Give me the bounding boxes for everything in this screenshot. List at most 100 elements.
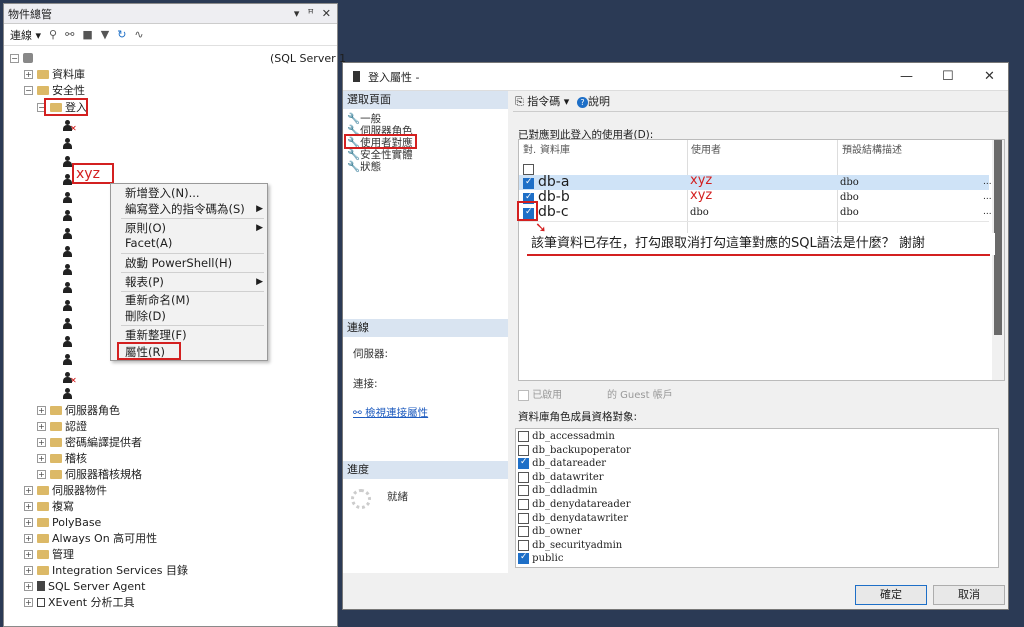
- minimize-icon[interactable]: —: [900, 69, 913, 84]
- login-item[interactable]: [62, 315, 72, 331]
- login-item[interactable]: [62, 225, 72, 241]
- expand-icon[interactable]: +: [37, 405, 46, 415]
- role-checkbox[interactable]: [518, 512, 529, 524]
- page-status[interactable]: 🔧狀態: [347, 159, 381, 174]
- scrollbar-thumb[interactable]: [994, 140, 1002, 335]
- tree-server-node[interactable]: −: [10, 50, 37, 66]
- role-item[interactable]: db_datawriter: [518, 471, 604, 485]
- login-item[interactable]: [62, 207, 72, 223]
- login-item[interactable]: [62, 243, 72, 259]
- role-item[interactable]: db_accessadmin: [518, 431, 615, 444]
- expand-icon[interactable]: +: [24, 533, 33, 543]
- script-button[interactable]: ⎘ 指令碼 ▾: [515, 93, 569, 109]
- expand-icon[interactable]: +: [37, 453, 46, 463]
- login-item[interactable]: [62, 189, 72, 205]
- role-item[interactable]: db_datareader: [518, 457, 606, 471]
- role-checkbox[interactable]: [518, 539, 529, 551]
- tree-crypto-providers[interactable]: + 密碼編譯提供者: [37, 434, 142, 450]
- login-item[interactable]: [62, 135, 72, 151]
- tree-security[interactable]: − 安全性: [24, 82, 85, 98]
- stop-icon[interactable]: ■: [82, 28, 92, 41]
- login-item[interactable]: [62, 153, 72, 169]
- tree-always-on[interactable]: + Always On 高可用性: [24, 530, 157, 546]
- expand-icon[interactable]: +: [37, 469, 46, 479]
- connect-button[interactable]: 連線 ▾: [10, 27, 41, 43]
- table-row[interactable]: db-a xyz dbo...: [519, 173, 992, 191]
- connect-icon[interactable]: ⚲: [49, 28, 57, 41]
- pin-icon[interactable]: ꟸ: [307, 7, 313, 20]
- tree-databases[interactable]: + 資料庫: [24, 66, 85, 82]
- login-item[interactable]: [62, 171, 72, 187]
- role-checkbox[interactable]: [518, 431, 529, 442]
- collapse-icon[interactable]: −: [10, 53, 19, 63]
- role-checkbox[interactable]: [518, 444, 529, 456]
- empty-row-checkbox[interactable]: [523, 162, 534, 175]
- role-checkbox[interactable]: [518, 499, 529, 510]
- guest-enabled-checkbox[interactable]: 已啟用: [518, 386, 562, 401]
- tree-polybase[interactable]: + PolyBase: [24, 514, 101, 530]
- tree-server-objects[interactable]: + 伺服器物件: [24, 482, 107, 498]
- tree-management[interactable]: + 管理: [24, 546, 74, 562]
- refresh-icon[interactable]: ↻: [117, 28, 126, 41]
- checkbox[interactable]: [518, 389, 529, 401]
- ellipsis-button[interactable]: ...: [983, 177, 992, 187]
- menu-item-reports[interactable]: 報表(P): [125, 274, 164, 290]
- tree-audits[interactable]: + 稽核: [37, 450, 87, 466]
- row-checkbox[interactable]: [523, 177, 534, 189]
- role-item[interactable]: db_denydatawriter: [518, 512, 628, 526]
- menu-item-powershell[interactable]: 啟動 PowerShell(H): [125, 255, 232, 271]
- cell-schema[interactable]: dbo: [840, 207, 859, 218]
- role-checkbox[interactable]: [518, 471, 529, 483]
- checkbox[interactable]: [523, 163, 534, 175]
- login-item[interactable]: [62, 333, 72, 349]
- help-button[interactable]: ? 說明: [577, 93, 610, 109]
- login-item[interactable]: ✕: [62, 117, 77, 133]
- login-item[interactable]: [62, 351, 72, 367]
- expand-icon[interactable]: +: [24, 597, 33, 607]
- menu-item-refresh[interactable]: 重新整理(F): [125, 327, 187, 343]
- login-item[interactable]: [62, 385, 72, 401]
- tree-sql-agent[interactable]: + SQL Server Agent: [24, 578, 145, 594]
- login-item[interactable]: [62, 261, 72, 277]
- expand-icon[interactable]: +: [24, 517, 33, 527]
- cell-user[interactable]: xyz: [690, 188, 712, 203]
- menu-item-new-login[interactable]: 新增登入(N)...: [125, 185, 200, 201]
- table-row[interactable]: db-b xyz dbo...: [519, 188, 992, 206]
- role-item[interactable]: db_owner: [518, 526, 582, 539]
- menu-item-facets[interactable]: Facet(A): [125, 236, 172, 252]
- expand-icon[interactable]: +: [24, 581, 33, 591]
- menu-item-policies[interactable]: 原則(O): [125, 220, 166, 236]
- login-item[interactable]: [62, 279, 72, 295]
- view-connection-properties-link[interactable]: ⚯ 檢視連接屬性: [353, 405, 428, 420]
- close-icon[interactable]: ✕: [322, 7, 331, 20]
- cancel-button[interactable]: 取消: [933, 585, 1005, 605]
- tree-integration-services[interactable]: + Integration Services 目錄: [24, 562, 188, 578]
- role-item[interactable]: db_securityadmin: [518, 539, 622, 553]
- menu-item-delete[interactable]: 刪除(D): [125, 308, 166, 324]
- cell-schema[interactable]: dbo: [840, 177, 859, 188]
- role-item[interactable]: public: [518, 552, 563, 566]
- login-item[interactable]: [62, 297, 72, 313]
- close-icon[interactable]: ✕: [984, 69, 995, 84]
- role-checkbox[interactable]: [518, 526, 529, 538]
- tree-audit-specs[interactable]: + 伺服器稽核規格: [37, 466, 142, 482]
- ok-button[interactable]: 確定: [855, 585, 927, 605]
- login-item[interactable]: ✕: [62, 369, 77, 385]
- table-row[interactable]: db-c dbo dbo...: [519, 204, 992, 221]
- expand-icon[interactable]: +: [24, 69, 33, 79]
- menu-item-rename[interactable]: 重新命名(M): [125, 292, 190, 308]
- role-item[interactable]: db_backupoperator: [518, 444, 631, 458]
- dropdown-icon[interactable]: ▾: [294, 7, 300, 20]
- expand-icon[interactable]: +: [24, 485, 33, 495]
- tree-xevent[interactable]: + XEvent 分析工具: [24, 594, 135, 610]
- activity-monitor-icon[interactable]: ∿: [134, 28, 143, 41]
- ellipsis-button[interactable]: ...: [983, 192, 992, 202]
- maximize-icon[interactable]: ☐: [942, 69, 954, 84]
- cell-user[interactable]: dbo: [690, 207, 709, 218]
- tree-credentials[interactable]: + 認證: [37, 418, 87, 434]
- cell-user[interactable]: xyz: [690, 173, 712, 188]
- expand-icon[interactable]: +: [37, 437, 46, 447]
- role-item[interactable]: db_denydatareader: [518, 499, 631, 512]
- role-checkbox[interactable]: [518, 457, 529, 470]
- tree-server-roles[interactable]: + 伺服器角色: [37, 402, 120, 418]
